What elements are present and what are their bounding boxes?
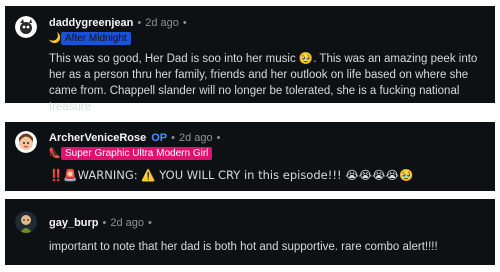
flair-label: Super Graphic Ultra Modern Girl <box>61 147 213 160</box>
moon-icon: 🌙 <box>48 33 62 44</box>
user-flair: 🌙 After Midnight <box>49 32 131 45</box>
avatar[interactable] <box>15 211 37 233</box>
avatar[interactable] <box>15 16 37 38</box>
avatar[interactable] <box>15 131 37 153</box>
shoe-icon: 👠 <box>48 148 62 159</box>
comment-card: gay_burp • 2d ago • important to note th… <box>5 199 495 265</box>
more-dot: • <box>216 132 221 144</box>
separator: • <box>171 132 175 144</box>
comment-header: ArcherVeniceRose OP • 2d ago • <box>49 131 225 145</box>
comment-header: gay_burp • 2d ago • <box>49 216 156 230</box>
op-badge: OP <box>151 132 168 144</box>
separator: • <box>102 217 107 229</box>
more-dot: • <box>182 17 187 29</box>
separator: • <box>137 17 142 29</box>
username[interactable]: ArcherVeniceRose <box>49 132 146 144</box>
flair-label: After Midnight <box>61 32 131 45</box>
timestamp[interactable]: 2d ago <box>179 132 213 144</box>
comment-card: daddygreenjean • 2d ago • 🌙 After Midnig… <box>5 6 495 113</box>
timestamp[interactable]: 2d ago <box>110 217 144 229</box>
more-dot: • <box>148 217 152 229</box>
comment-text: ‼️🚨WARNING: ⚠️ YOU WILL CRY in this epis… <box>49 168 414 182</box>
username[interactable]: daddygreenjean <box>49 17 133 29</box>
timestamp[interactable]: 2d ago <box>145 17 179 29</box>
comment-header: daddygreenjean • 2d ago • <box>49 16 191 30</box>
user-flair: 👠 Super Graphic Ultra Modern Girl <box>48 147 213 160</box>
comment-text: important to note that her dad is both h… <box>49 241 438 253</box>
comment-text: This was so good, Her Dad is soo into he… <box>49 53 478 113</box>
comment-card: ArcherVeniceRose OP • 2d ago • 👠 Super G… <box>5 122 495 191</box>
username[interactable]: gay_burp <box>49 217 99 229</box>
